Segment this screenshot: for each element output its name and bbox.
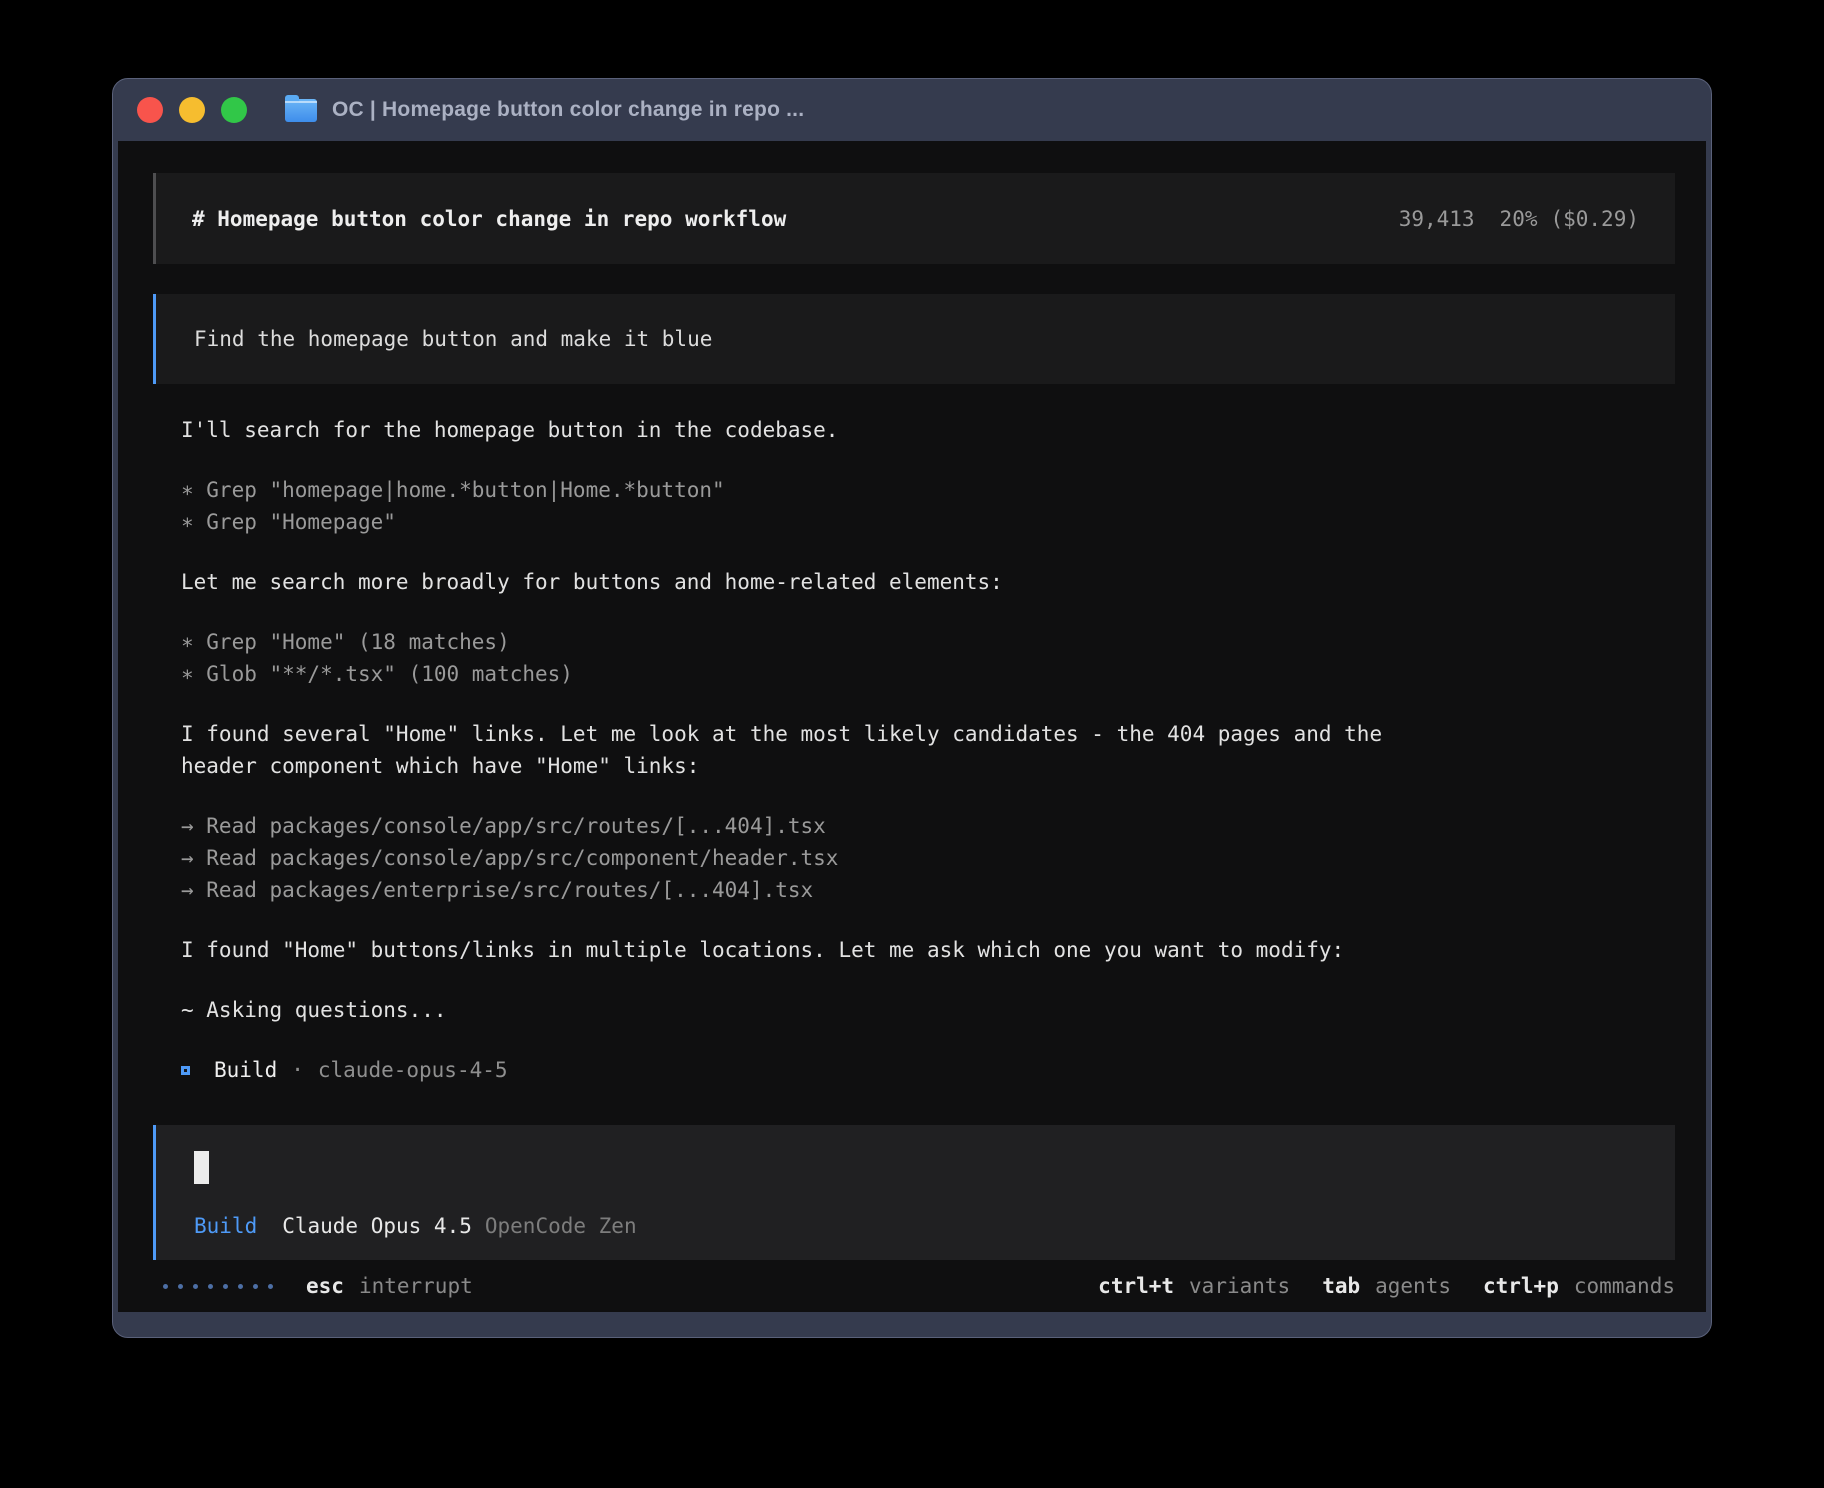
fullscreen-button[interactable] <box>221 97 247 123</box>
agent-model: claude-opus-4-5 <box>318 1054 508 1086</box>
close-button[interactable] <box>137 97 163 123</box>
progress-dots <box>163 1284 273 1289</box>
transcript: I'll search for the homepage button in t… <box>181 414 1675 1114</box>
progress-dot <box>193 1284 198 1289</box>
session-stats: 39,413 20% ($0.29) <box>1399 203 1639 235</box>
hint-key: ctrl+p <box>1483 1270 1559 1302</box>
agent-name: Build <box>214 1054 277 1086</box>
transcript-line: → Read packages/console/app/src/componen… <box>181 842 1675 874</box>
progress-dot <box>208 1284 213 1289</box>
transcript-line: header component which have "Home" links… <box>181 750 1675 782</box>
keyboard-hint-agents: tab agents <box>1322 1270 1451 1302</box>
transcript-line: ~ Asking questions... <box>181 994 1675 1026</box>
separator-dot: · <box>291 1054 304 1086</box>
session-cost: ($0.29) <box>1550 203 1639 235</box>
assistant-text: I found "Home" buttons/links in multiple… <box>181 934 1675 966</box>
assistant-text: I found several "Home" links. Let me loo… <box>181 718 1675 782</box>
progress-dot <box>238 1284 243 1289</box>
titlebar[interactable]: OC | Homepage button color change in rep… <box>113 79 1711 141</box>
transcript-line: ∗ Glob "**/*.tsx" (100 matches) <box>181 658 1675 690</box>
terminal-content: # Homepage button color change in repo w… <box>118 141 1706 1312</box>
esc-label: interrupt <box>359 1270 473 1302</box>
folder-icon <box>285 99 317 122</box>
hint-label: agents <box>1375 1270 1451 1302</box>
esc-hint: esc interrupt <box>306 1270 473 1302</box>
transcript-line: I found "Home" buttons/links in multiple… <box>181 934 1675 966</box>
esc-key: esc <box>306 1270 344 1302</box>
transcript-line: → Read packages/enterprise/src/routes/[.… <box>181 874 1675 906</box>
progress-dot <box>178 1284 183 1289</box>
terminal-window: OC | Homepage button color change in rep… <box>112 78 1712 1338</box>
transcript-line: ∗ Grep "homepage|home.*button|Home.*butt… <box>181 474 1675 506</box>
tool-call-block: ∗ Grep "homepage|home.*button|Home.*butt… <box>181 474 1675 538</box>
user-message-text: Find the homepage button and make it blu… <box>194 323 712 355</box>
session-header: # Homepage button color change in repo w… <box>153 173 1675 264</box>
assistant-text: Let me search more broadly for buttons a… <box>181 566 1675 598</box>
hint-key: tab <box>1322 1270 1360 1302</box>
traffic-lights <box>137 97 247 123</box>
model-label[interactable]: Claude Opus 4.5 <box>282 1210 472 1242</box>
assistant-text: ~ Asking questions... <box>181 994 1675 1026</box>
window-title: OC | Homepage button color change in rep… <box>332 98 804 122</box>
tool-call-block: ∗ Grep "Home" (18 matches)∗ Glob "**/*.t… <box>181 626 1675 690</box>
progress-dot <box>253 1284 258 1289</box>
hint-key: ctrl+t <box>1098 1270 1174 1302</box>
minimize-button[interactable] <box>179 97 205 123</box>
user-message: Find the homepage button and make it blu… <box>153 294 1675 384</box>
agent-build-icon <box>181 1066 190 1075</box>
agent-label[interactable]: Build <box>194 1210 257 1242</box>
model-row: Build Claude Opus 4.5 OpenCode Zen <box>194 1210 1637 1242</box>
transcript-line: → Read packages/console/app/src/routes/[… <box>181 810 1675 842</box>
keyboard-hint-commands: ctrl+p commands <box>1483 1270 1675 1302</box>
keyboard-hint-variants: ctrl+t variants <box>1098 1270 1290 1302</box>
transcript-line: I found several "Home" links. Let me loo… <box>181 718 1675 750</box>
context-percent: 20% <box>1500 203 1538 235</box>
session-title: # Homepage button color change in repo w… <box>192 203 786 235</box>
prompt-input[interactable]: Build Claude Opus 4.5 OpenCode Zen <box>153 1125 1675 1260</box>
token-count: 39,413 <box>1399 203 1475 235</box>
assistant-text: I'll search for the homepage button in t… <box>181 414 1675 446</box>
progress-dot <box>268 1284 273 1289</box>
provider-label: OpenCode Zen <box>485 1210 637 1242</box>
status-bar: esc interrupt ctrl+tvariantstabagentsctr… <box>153 1260 1675 1312</box>
transcript-line: ∗ Grep "Homepage" <box>181 506 1675 538</box>
agent-status-row: Build · claude-opus-4-5 <box>181 1054 1675 1086</box>
hint-label: variants <box>1189 1270 1290 1302</box>
transcript-line: ∗ Grep "Home" (18 matches) <box>181 626 1675 658</box>
progress-dot <box>163 1284 168 1289</box>
transcript-line: I'll search for the homepage button in t… <box>181 414 1675 446</box>
tool-call-block: → Read packages/console/app/src/routes/[… <box>181 810 1675 906</box>
transcript-line: Let me search more broadly for buttons a… <box>181 566 1675 598</box>
status-left: esc interrupt <box>163 1270 473 1302</box>
progress-dot <box>223 1284 228 1289</box>
text-cursor <box>194 1151 209 1184</box>
status-right: ctrl+t variants tab agents ctrl+p commands <box>1098 1270 1675 1302</box>
hint-label: commands <box>1574 1270 1675 1302</box>
